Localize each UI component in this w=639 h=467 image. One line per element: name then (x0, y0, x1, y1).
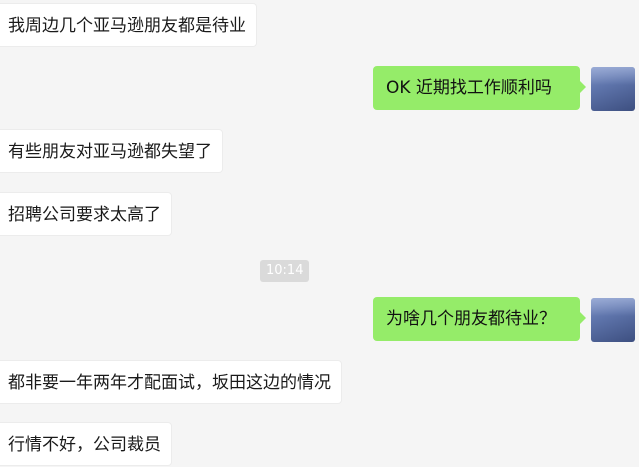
incoming-message-bubble[interactable]: 我周边几个亚马逊朋友都是待业 (0, 3, 257, 47)
chat-area[interactable]: 我周边几个亚马逊朋友都是待业 OK 近期找工作顺利吗 有些朋友对亚马逊都失望了 … (0, 0, 639, 466)
message-timestamp: 10:14 (260, 260, 310, 282)
message-text: 为啥几个朋友都待业？ (386, 309, 556, 329)
outgoing-message-bubble[interactable]: OK 近期找工作顺利吗 (373, 66, 586, 110)
message-text: 行情不好，公司裁员 (8, 435, 161, 455)
incoming-message-bubble[interactable]: 行情不好，公司裁员 (0, 422, 172, 466)
message-text: 有些朋友对亚马逊都失望了 (8, 142, 212, 162)
incoming-message-bubble[interactable]: 有些朋友对亚马逊都失望了 (0, 129, 223, 173)
message-text: 招聘公司要求太高了 (8, 205, 161, 225)
user-avatar-icon[interactable] (591, 67, 635, 111)
incoming-message-bubble[interactable]: 都非要一年两年才配面试，坂田这边的情况 (0, 360, 342, 404)
user-avatar-icon[interactable] (591, 298, 635, 342)
message-text: 都非要一年两年才配面试，坂田这边的情况 (8, 373, 331, 393)
outgoing-message-bubble[interactable]: 为啥几个朋友都待业？ (373, 297, 586, 341)
message-text: 我周边几个亚马逊朋友都是待业 (8, 16, 246, 36)
incoming-message-bubble[interactable]: 招聘公司要求太高了 (0, 192, 172, 236)
message-text: OK 近期找工作顺利吗 (386, 78, 552, 98)
